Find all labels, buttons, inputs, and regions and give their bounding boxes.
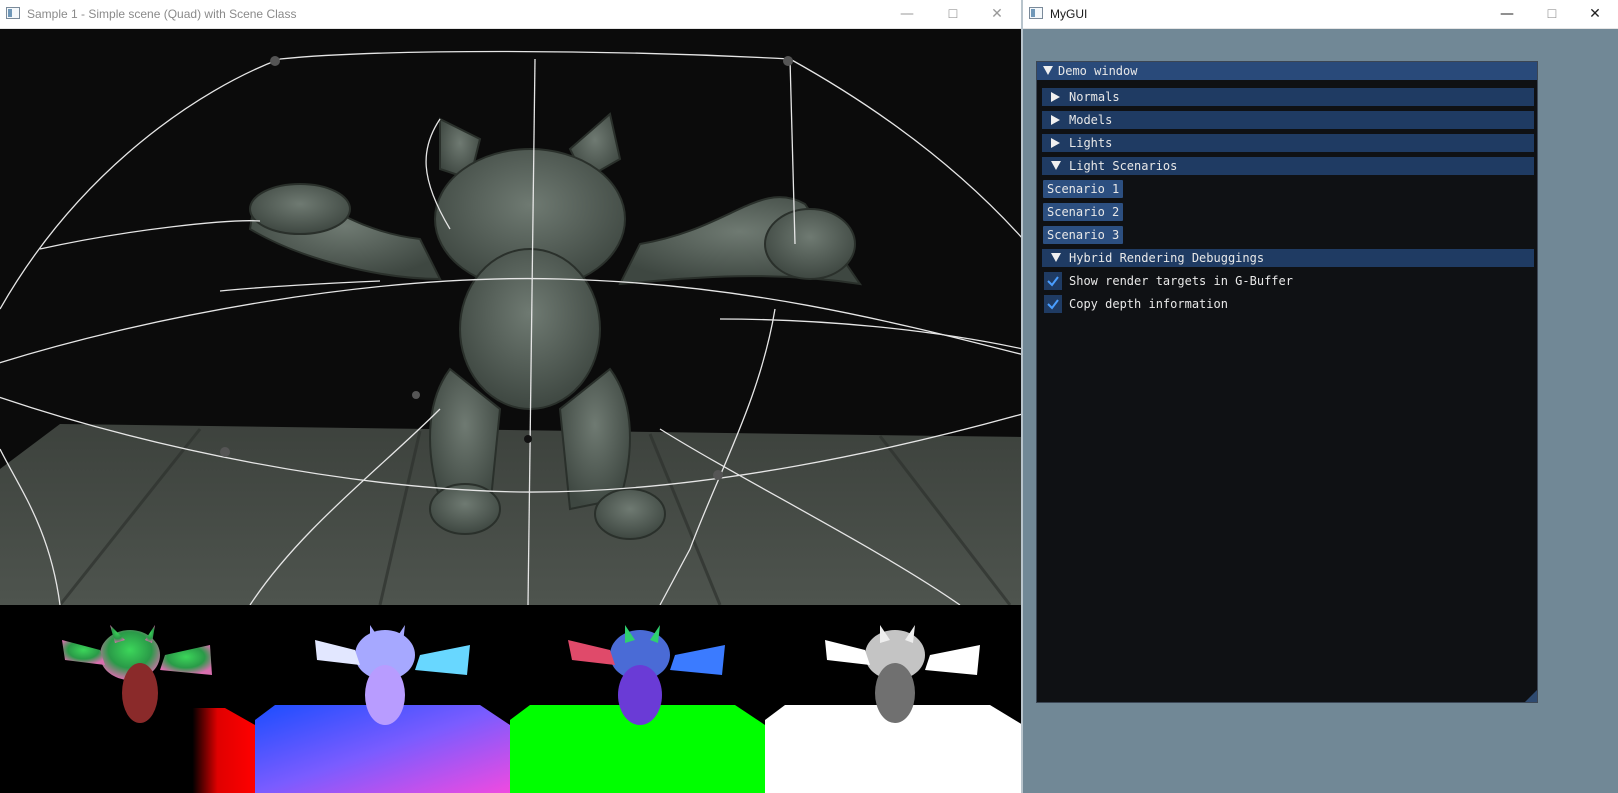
checkbox-label: Copy depth information [1069, 297, 1228, 311]
scenario-3-button[interactable]: Scenario 3 [1043, 226, 1124, 244]
checkmark-icon [1047, 299, 1059, 310]
checkbox-box[interactable] [1044, 272, 1062, 290]
gbuffer-position-target [0, 605, 255, 793]
mygui-window-titlebar[interactable]: MyGUI — ☐ ✕ [1023, 0, 1618, 29]
demo-window-titlebar[interactable]: Demo window [1037, 62, 1537, 80]
sample-window-titlebar[interactable]: Sample 1 - Simple scene (Quad) with Scen… [0, 0, 1023, 29]
checkbox-box[interactable] [1044, 295, 1062, 313]
maximize-button[interactable]: ☐ [1530, 0, 1574, 29]
section-label: Light Scenarios [1069, 159, 1178, 173]
section-header-lights[interactable]: Lights [1042, 134, 1534, 152]
minimize-button[interactable]: — [1485, 0, 1529, 29]
position-target-image [62, 625, 255, 793]
normal-target-image [510, 625, 765, 793]
section-label: Normals [1069, 90, 1120, 104]
collapse-triangle-icon[interactable] [1043, 66, 1053, 75]
collapse-arrow-icon [1051, 161, 1061, 170]
gbuffer-albedo-target [255, 605, 510, 793]
mygui-window: MyGUI — ☐ ✕ Demo window Normals Models L… [1023, 0, 1618, 793]
app-icon [6, 7, 20, 19]
close-button[interactable]: ✕ [1573, 0, 1617, 29]
app-icon [1029, 7, 1043, 19]
depth-target-image [765, 625, 1023, 793]
gbuffer-depth-target [765, 605, 1023, 793]
section-label: Lights [1069, 136, 1113, 150]
mygui-window-title: MyGUI [1050, 7, 1088, 21]
section-header-normals[interactable]: Normals [1042, 88, 1534, 106]
maximize-button[interactable]: ☐ [931, 0, 975, 29]
demo-window-title: Demo window [1058, 64, 1138, 78]
checkmark-icon [1047, 276, 1059, 287]
sample-window: Sample 1 - Simple scene (Quad) with Scen… [0, 0, 1023, 793]
demo-window[interactable]: Demo window Normals Models Lights Light … [1036, 61, 1538, 703]
section-header-hybrid-rendering[interactable]: Hybrid Rendering Debuggings [1042, 249, 1534, 267]
gbuffer-preview-strip [0, 605, 1023, 793]
sample-window-title: Sample 1 - Simple scene (Quad) with Scen… [27, 7, 297, 21]
gbuffer-normal-target [510, 605, 765, 793]
section-header-models[interactable]: Models [1042, 111, 1534, 129]
section-label: Hybrid Rendering Debuggings [1069, 251, 1265, 265]
albedo-target-image [255, 625, 510, 793]
expand-arrow-icon [1051, 115, 1060, 125]
resize-grip[interactable] [1525, 690, 1537, 702]
section-header-light-scenarios[interactable]: Light Scenarios [1042, 157, 1534, 175]
scene-render [0, 29, 1023, 605]
mygui-client-area: Demo window Normals Models Lights Light … [1023, 29, 1618, 793]
scenario-1-button[interactable]: Scenario 1 [1043, 180, 1124, 198]
section-label: Models [1069, 113, 1113, 127]
expand-arrow-icon [1051, 92, 1060, 102]
close-button[interactable]: ✕ [975, 0, 1019, 29]
expand-arrow-icon [1051, 138, 1060, 148]
minimize-button[interactable]: — [885, 0, 929, 29]
checkbox-label: Show render targets in G-Buffer [1069, 274, 1293, 288]
render-viewport[interactable] [0, 29, 1023, 605]
collapse-arrow-icon [1051, 253, 1061, 262]
scenario-2-button[interactable]: Scenario 2 [1043, 203, 1124, 221]
